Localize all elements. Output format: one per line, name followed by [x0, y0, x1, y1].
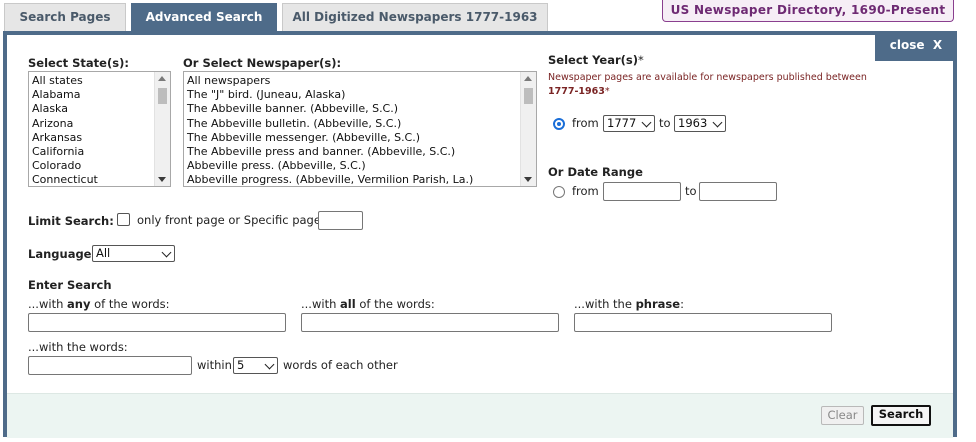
scroll-up-icon[interactable]: [524, 76, 532, 81]
list-item[interactable]: Alabama: [29, 88, 170, 102]
all-words-label: ...with all of the words:: [301, 297, 435, 311]
language-label: Language: [28, 247, 92, 261]
within-value: 5: [237, 358, 245, 372]
within-suffix: words of each other: [283, 358, 398, 372]
list-item[interactable]: All states: [29, 74, 170, 88]
scroll-down-icon[interactable]: [524, 177, 532, 182]
years-label-text: Select Year(s): [548, 53, 639, 67]
language-select[interactable]: All: [92, 245, 175, 262]
states-listbox[interactable]: All states Alabama Alaska Arizona Arkans…: [28, 71, 171, 187]
us-newspaper-directory-link[interactable]: US Newspaper Directory, 1690-Present: [662, 0, 954, 22]
chevron-down-icon: [712, 117, 723, 128]
date-range-label: Or Date Range: [548, 165, 643, 179]
any-suffix: of the words:: [90, 297, 170, 311]
chevron-down-icon: [264, 359, 275, 370]
year-to-label: to: [659, 116, 671, 130]
list-item[interactable]: The Abbeville messenger. (Abbeville, S.C…: [184, 131, 536, 145]
enter-search-label: Enter Search: [28, 278, 112, 292]
any-prefix: ...with: [28, 297, 68, 311]
within-select[interactable]: 5: [233, 357, 278, 374]
list-item[interactable]: Connecticut: [29, 173, 170, 186]
years-note: Newspaper pages are available for newspa…: [548, 72, 867, 83]
list-item[interactable]: Abbeville progress. (Abbeville, Vermilio…: [184, 173, 536, 186]
note-mark: *: [604, 86, 610, 97]
close-icon: X: [932, 38, 943, 52]
front-page-label: only front page or Specific page: [137, 213, 321, 227]
newspapers-scrollbar[interactable]: [520, 72, 536, 186]
list-item[interactable]: Alaska: [29, 102, 170, 116]
scroll-down-icon[interactable]: [158, 177, 166, 182]
language-value: All: [96, 246, 111, 260]
phrase-bold: phrase: [635, 297, 681, 311]
states-label: Select State(s):: [28, 56, 129, 70]
year-from-select[interactable]: 1777: [603, 115, 655, 132]
years-label: Select Year(s)*: [548, 53, 644, 67]
close-label: close: [889, 38, 925, 52]
front-page-checkbox[interactable]: [117, 213, 130, 226]
years-range-text: 1777-1963: [548, 86, 605, 97]
close-button[interactable]: close X: [875, 31, 957, 61]
all-prefix: ...with: [301, 297, 341, 311]
search-button[interactable]: Search: [871, 405, 931, 426]
year-from-value: 1777: [607, 116, 637, 130]
required-mark: *: [638, 53, 644, 67]
clear-button[interactable]: Clear: [821, 406, 864, 425]
states-scrollbar[interactable]: [154, 72, 170, 186]
year-from-label: from: [572, 116, 599, 130]
scroll-up-icon[interactable]: [158, 76, 166, 81]
year-radio[interactable]: [553, 118, 565, 130]
newspapers-listbox[interactable]: All newspapers The "J" bird. (Juneau, Al…: [183, 71, 537, 187]
date-to-input[interactable]: [699, 182, 777, 201]
tab-advanced-search[interactable]: Advanced Search: [131, 3, 277, 31]
phrase-label: ...with the phrase:: [574, 297, 684, 311]
scroll-thumb[interactable]: [524, 88, 533, 104]
list-item[interactable]: The Abbeville banner. (Abbeville, S.C.): [184, 102, 536, 116]
date-from-input[interactable]: [603, 182, 681, 201]
any-words-input[interactable]: [28, 313, 286, 332]
form-footer: Clear Search: [7, 393, 953, 438]
list-item[interactable]: The Abbeville press and banner. (Abbevil…: [184, 145, 536, 159]
all-bold: all: [340, 297, 356, 311]
limit-search-label: Limit Search:: [28, 214, 114, 228]
specific-page-input[interactable]: [318, 211, 363, 230]
scroll-thumb[interactable]: [158, 88, 167, 104]
years-note-range: 1777-1963*: [548, 86, 610, 97]
chevron-down-icon: [641, 117, 652, 128]
year-to-select[interactable]: 1963: [674, 115, 726, 132]
list-item[interactable]: Arizona: [29, 117, 170, 131]
date-range-radio[interactable]: [553, 186, 565, 198]
all-suffix: of the words:: [355, 297, 435, 311]
list-item[interactable]: All newspapers: [184, 74, 536, 88]
phrase-suffix: :: [680, 297, 684, 311]
list-item[interactable]: Colorado: [29, 159, 170, 173]
within-label: within: [197, 358, 232, 372]
year-to-value: 1963: [678, 116, 708, 130]
proximity-words-input[interactable]: [28, 356, 192, 375]
all-words-input[interactable]: [301, 313, 559, 332]
list-item[interactable]: The "J" bird. (Juneau, Alaska): [184, 88, 536, 102]
date-to-label: to: [685, 184, 697, 198]
proximity-label: ...with the words:: [28, 340, 128, 354]
list-item[interactable]: The Abbeville bulletin. (Abbeville, S.C.…: [184, 117, 536, 131]
chevron-down-icon: [161, 247, 172, 258]
date-from-label: from: [572, 184, 599, 198]
list-item[interactable]: California: [29, 145, 170, 159]
advanced-search-panel: close X Select State(s): All states Alab…: [3, 31, 957, 438]
any-words-label: ...with any of the words:: [28, 297, 170, 311]
phrase-input[interactable]: [574, 313, 832, 332]
any-bold: any: [67, 297, 91, 311]
phrase-prefix: ...with the: [574, 297, 636, 311]
list-item[interactable]: Arkansas: [29, 131, 170, 145]
list-item[interactable]: Abbeville press. (Abbeville, S.C.): [184, 159, 536, 173]
tab-search-pages[interactable]: Search Pages: [4, 3, 126, 31]
newspapers-label: Or Select Newspaper(s):: [183, 56, 342, 70]
tab-all-digitized-newspapers[interactable]: All Digitized Newspapers 1777-1963: [282, 3, 548, 31]
